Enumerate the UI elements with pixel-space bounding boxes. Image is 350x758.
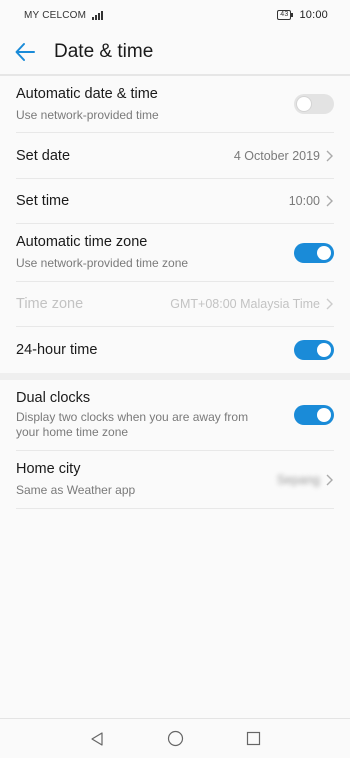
automatic-date-time-subtitle: Use network-provided time [16, 107, 159, 122]
carrier-name: MY CELCOM [24, 9, 87, 21]
automatic-date-time-row[interactable]: Automatic date & time Use network-provid… [16, 76, 334, 133]
navigation-bar [0, 718, 350, 758]
battery-icon: 43 [277, 10, 294, 20]
dual-clocks-texts: Dual clocks Display two clocks when you … [16, 390, 272, 440]
section-divider [0, 373, 350, 380]
automatic-time-zone-title: Automatic time zone [16, 234, 148, 250]
set-time-title: Set time [16, 193, 70, 209]
dual-clocks-row[interactable]: Dual clocks Display two clocks when you … [16, 380, 334, 451]
status-right: 43 10:00 [277, 9, 328, 21]
set-time-value: 10:00 [288, 194, 320, 208]
home-city-value: Sepang [276, 472, 320, 487]
home-city-texts: Home city Same as Weather app [16, 461, 135, 498]
chevron-right-icon [326, 150, 333, 161]
signal-icon [92, 10, 104, 20]
automatic-time-zone-texts: Automatic time zone Use network-provided… [16, 234, 188, 271]
automatic-date-time-title: Automatic date & time [16, 85, 158, 102]
automatic-time-zone-subtitle: Use network-provided time zone [16, 256, 189, 270]
time-zone-value-wrap: GMT+08:00 Malaysia Time [170, 297, 334, 311]
nav-recents-icon[interactable] [244, 730, 262, 748]
toggle-knob [317, 245, 331, 260]
automatic-time-zone-toggle[interactable] [294, 242, 334, 263]
time-zone-value: GMT+08:00 Malaysia Time [170, 297, 320, 311]
home-city-subtitle: Same as Weather app [16, 483, 136, 497]
automatic-date-time-texts: Automatic date & time Use network-provid… [16, 86, 159, 123]
set-time-value-wrap: 10:00 [289, 194, 334, 208]
home-city-title: Home city [16, 461, 81, 477]
24-hour-time-row[interactable]: 24-hour time [16, 327, 334, 373]
24-hour-time-toggle[interactable] [294, 340, 334, 360]
dual-clocks-title: Dual clocks [16, 390, 91, 406]
set-date-value: 4 October 2019 [233, 148, 320, 163]
automatic-date-time-toggle[interactable] [294, 94, 334, 114]
status-time: 10:00 [299, 9, 328, 21]
toggle-knob [317, 343, 331, 357]
status-left: MY CELCOM [24, 9, 104, 21]
set-time-row[interactable]: Set time 10:00 [16, 179, 334, 224]
chevron-right-icon [326, 195, 333, 207]
nav-home-icon[interactable] [166, 730, 184, 748]
back-arrow-icon[interactable] [14, 40, 38, 64]
app-bar: Date & time [0, 30, 350, 76]
settings-list: Automatic date & time Use network-provid… [0, 76, 350, 509]
set-date-row[interactable]: Set date 4 October 2019 [16, 133, 334, 179]
chevron-right-icon [326, 474, 333, 485]
automatic-time-zone-row[interactable]: Automatic time zone Use network-provided… [16, 224, 334, 282]
chevron-right-icon [326, 298, 333, 310]
dual-clocks-toggle[interactable] [294, 405, 334, 425]
set-date-value-wrap: 4 October 2019 [234, 149, 334, 163]
24-hour-time-title: 24-hour time [16, 342, 98, 358]
time-zone-row[interactable]: Time zone GMT+08:00 Malaysia Time [16, 282, 334, 327]
status-bar: MY CELCOM 43 10:00 [0, 0, 350, 30]
home-city-value-wrap: Sepang [277, 473, 334, 487]
dual-clocks-subtitle: Display two clocks when you are away fro… [16, 410, 249, 439]
battery-level: 43 [280, 11, 289, 18]
toggle-knob [317, 408, 331, 422]
page-title: Date & time [54, 41, 154, 62]
set-date-title: Set date [16, 147, 71, 164]
nav-back-icon[interactable] [88, 730, 106, 748]
toggle-knob [297, 97, 311, 111]
time-zone-title: Time zone [16, 296, 84, 312]
home-city-row[interactable]: Home city Same as Weather app Sepang [16, 451, 334, 509]
